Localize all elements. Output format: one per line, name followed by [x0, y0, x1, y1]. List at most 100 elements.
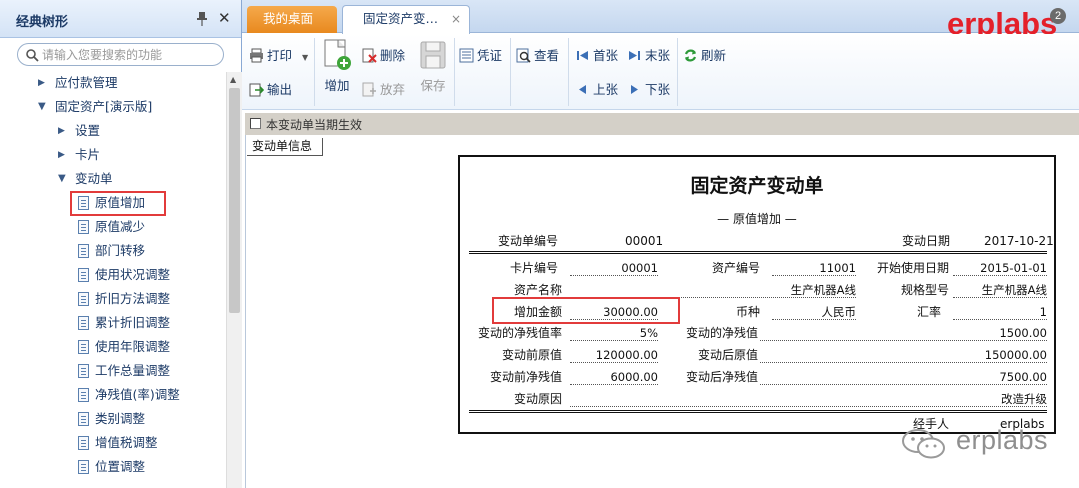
- chevron-down-icon[interactable]: ▼: [58, 168, 66, 190]
- voucher-label: 凭证: [477, 48, 503, 63]
- sidebar-item[interactable]: 位置调整: [0, 456, 226, 478]
- last-record-icon: [629, 51, 640, 60]
- sidebar-item[interactable]: ▶ 卡片: [0, 144, 226, 166]
- effective-label: 本变动单当期生效: [266, 118, 363, 132]
- sidebar-item[interactable]: ▶ 设置: [0, 120, 226, 142]
- change-no-label: 变动单编号: [498, 234, 559, 248]
- pin-icon[interactable]: [196, 12, 208, 26]
- sidebar-item[interactable]: 使用状况调整: [0, 264, 226, 286]
- brand-badge: 2: [1050, 8, 1066, 24]
- sidebar-item[interactable]: ▼ 固定资产[演示版]: [0, 96, 226, 118]
- rate-value[interactable]: 1: [953, 304, 1047, 320]
- start-date-value[interactable]: 2015-01-01: [953, 260, 1047, 276]
- sidebar-item[interactable]: 增值税调整: [0, 432, 226, 454]
- net-after-value[interactable]: 7500.00: [760, 369, 1047, 385]
- toolbar-separator: [314, 38, 315, 106]
- card-no-value[interactable]: 00001: [570, 260, 658, 276]
- sidebar-item[interactable]: ▼ 变动单: [0, 168, 226, 190]
- tab-close-icon[interactable]: ×: [451, 6, 461, 32]
- first-record-icon: [577, 51, 588, 60]
- net-residual-rate-value[interactable]: 5%: [570, 325, 658, 341]
- orig-before-value[interactable]: 120000.00: [570, 347, 658, 363]
- sidebar-item[interactable]: 工作总量调整: [0, 360, 226, 382]
- asset-no-label: 资产编号: [711, 261, 760, 275]
- last-record-button[interactable]: 末张: [627, 45, 670, 67]
- reason-value[interactable]: 改造升级: [570, 391, 1047, 407]
- orig-after-value[interactable]: 150000.00: [760, 347, 1047, 363]
- document-icon: [78, 436, 89, 450]
- sidebar-item[interactable]: 折旧方法调整: [0, 288, 226, 310]
- voucher-button[interactable]: 凭证: [459, 45, 502, 67]
- next-record-button[interactable]: 下张: [627, 79, 670, 101]
- sidebar-item[interactable]: 累计折旧调整: [0, 312, 226, 334]
- save-label: 保存: [420, 78, 446, 93]
- search-input[interactable]: [42, 46, 218, 63]
- export-button[interactable]: 输出: [249, 79, 292, 101]
- close-sidebar-icon[interactable]: ✕: [218, 11, 231, 26]
- search-box[interactable]: [17, 43, 224, 66]
- asset-name-value[interactable]: 生产机器A线: [570, 282, 856, 298]
- chevron-right-icon[interactable]: ▶: [58, 144, 65, 166]
- net-residual-value[interactable]: 1500.00: [760, 325, 1047, 341]
- refresh-button[interactable]: 刷新: [683, 45, 726, 67]
- card-no-label: 卡片编号: [509, 261, 558, 275]
- delete-icon: [362, 48, 377, 63]
- tab-change-info[interactable]: 变动单信息: [247, 138, 323, 156]
- first-record-button[interactable]: 首张: [575, 45, 618, 67]
- sidebar-item-label: 净残值(率)调整: [95, 387, 180, 402]
- view-button[interactable]: 查看: [516, 45, 559, 67]
- sidebar-item[interactable]: ▶ 应付款管理: [0, 72, 226, 94]
- currency-value[interactable]: 人民币: [772, 304, 856, 320]
- sidebar-scrollbar[interactable]: ▲: [226, 72, 242, 488]
- tab-asset-change[interactable]: 固定资产变… ×: [342, 5, 470, 34]
- model-value[interactable]: 生产机器A线: [953, 282, 1047, 298]
- refresh-label: 刷新: [701, 48, 727, 63]
- asset-change-voucher: 固定资产变动单 — 原值增加 — 变动单编号 00001 变动日期 2017-1…: [458, 155, 1056, 434]
- document-icon: [78, 460, 89, 474]
- tab-my-desktop[interactable]: 我的桌面: [247, 6, 337, 33]
- sidebar-header: 经典树形 ✕: [0, 0, 241, 38]
- toolbar-separator: [677, 38, 678, 106]
- sidebar-item-label: 原值减少: [95, 219, 146, 234]
- orig-before-label: 变动前原值: [501, 348, 562, 362]
- export-icon: [249, 83, 264, 97]
- refresh-icon: [684, 49, 697, 62]
- asset-no-value[interactable]: 11001: [772, 260, 856, 276]
- net-before-value[interactable]: 6000.00: [570, 369, 658, 385]
- sidebar-item-label: 使用状况调整: [95, 267, 171, 282]
- chevron-right-icon[interactable]: ▶: [58, 120, 65, 142]
- amount-highlight: [492, 297, 680, 324]
- sidebar-item[interactable]: 原值减少: [0, 216, 226, 238]
- toolbar-separator: [454, 38, 455, 106]
- effective-checkbox[interactable]: [250, 118, 261, 129]
- sidebar-item[interactable]: 使用年限调整: [0, 336, 226, 358]
- save-button[interactable]: 保存: [418, 39, 448, 94]
- previous-record-label: 上张: [593, 82, 619, 97]
- sidebar-item[interactable]: 类别调整: [0, 408, 226, 430]
- wechat-watermark: erplabs: [900, 424, 1075, 464]
- previous-record-button[interactable]: 上张: [575, 79, 618, 101]
- chevron-down-icon[interactable]: ▼: [38, 96, 46, 118]
- delete-button[interactable]: 删除: [362, 45, 405, 67]
- discard-button[interactable]: 放弃: [362, 79, 405, 101]
- add-icon: [322, 39, 352, 71]
- scroll-up-icon[interactable]: ▲: [230, 75, 236, 84]
- sidebar-item[interactable]: 部门转移: [0, 240, 226, 262]
- toolbar-separator: [510, 38, 511, 106]
- voucher-rule: [469, 412, 1047, 413]
- model-label: 规格型号: [900, 283, 949, 297]
- sidebar-item[interactable]: 净残值(率)调整: [0, 384, 226, 406]
- print-button[interactable]: 打印 ▼: [249, 45, 308, 67]
- sidebar-item-label: 卡片: [75, 147, 101, 162]
- next-record-label: 下张: [645, 82, 671, 97]
- add-label: 增加: [324, 78, 350, 93]
- print-dropdown-icon[interactable]: ▼: [302, 53, 308, 62]
- net-after-label: 变动后净残值: [685, 370, 758, 384]
- add-button[interactable]: 增加: [322, 39, 352, 94]
- save-disk-icon: [418, 39, 448, 71]
- document-icon: [78, 220, 89, 234]
- next-record-icon: [631, 85, 638, 94]
- chevron-right-icon[interactable]: ▶: [38, 72, 45, 94]
- first-record-label: 首张: [593, 48, 619, 63]
- scroll-thumb[interactable]: [229, 88, 240, 313]
